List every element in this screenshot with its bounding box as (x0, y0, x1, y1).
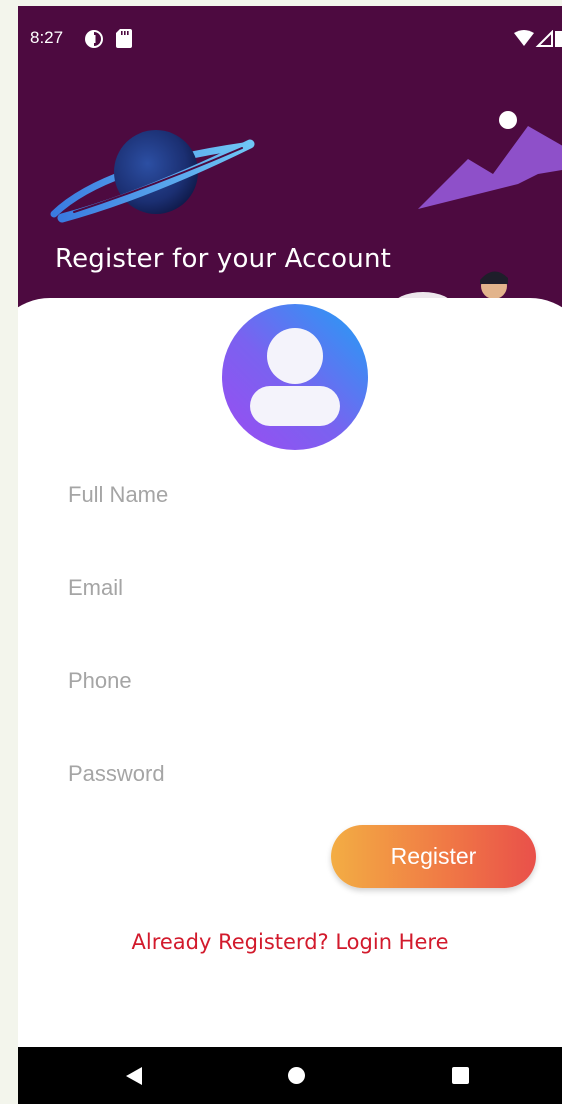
header-banner: 8:27 Register for your Account (18, 6, 562, 336)
full-name-input[interactable] (68, 475, 488, 515)
wifi-icon (514, 30, 534, 46)
planet-icon (44, 126, 264, 240)
home-icon[interactable] (288, 1067, 305, 1084)
mountain-icon (418, 104, 562, 218)
signal-icon (535, 29, 553, 47)
phone-input[interactable] (68, 661, 488, 701)
data-saver-icon (84, 29, 104, 53)
app-screen: 8:27 Register for your Account Full Name… (18, 6, 562, 1104)
navigation-bar (18, 1047, 562, 1104)
status-bar: 8:27 (18, 6, 562, 66)
user-avatar-icon[interactable] (222, 304, 368, 450)
avatar-head-shape (267, 328, 323, 384)
status-time: 8:27 (30, 28, 64, 47)
page-title: Register for your Account (55, 244, 392, 274)
battery-icon (555, 31, 562, 47)
sd-card-icon (116, 29, 132, 52)
recents-icon[interactable] (452, 1067, 469, 1084)
avatar-body-shape (250, 386, 340, 426)
login-link[interactable]: Already Registerd? Login Here (18, 930, 562, 954)
email-input[interactable] (68, 568, 488, 608)
status-icons-right (514, 29, 562, 52)
register-button[interactable]: Register (331, 825, 536, 888)
password-input[interactable] (68, 754, 488, 794)
back-icon[interactable] (126, 1067, 144, 1089)
